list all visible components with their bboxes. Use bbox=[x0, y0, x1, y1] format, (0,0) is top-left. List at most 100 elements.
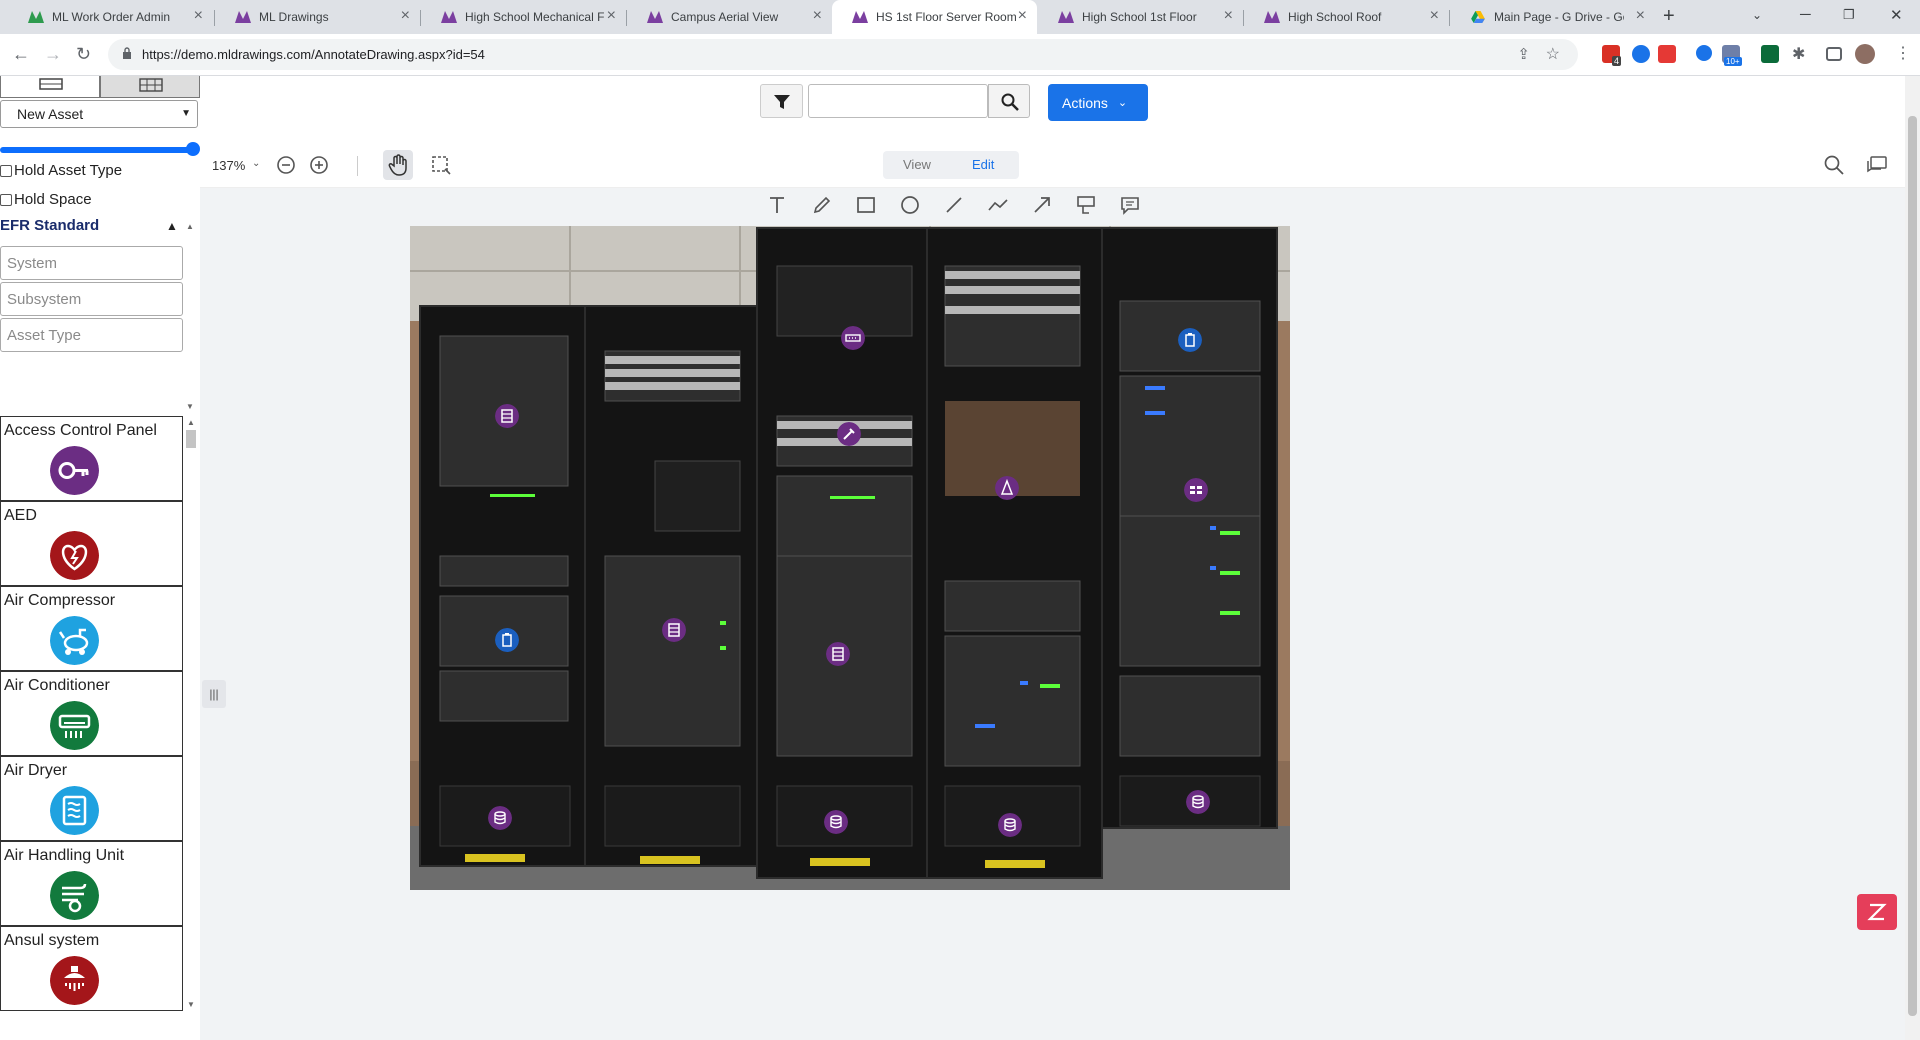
tab-ml-work-order-admin[interactable]: ML Work Order Admin × bbox=[8, 0, 213, 34]
asset-card-aed[interactable]: AED bbox=[0, 501, 183, 586]
search-button[interactable] bbox=[988, 84, 1030, 118]
tab-high-school-roof[interactable]: High School Roof × bbox=[1244, 0, 1449, 34]
scroll-down-icon[interactable]: ▼ bbox=[187, 1000, 195, 1009]
callout-tool-icon[interactable] bbox=[1075, 194, 1097, 216]
close-icon[interactable]: × bbox=[1018, 7, 1027, 25]
actions-button[interactable]: Actions ⌄ bbox=[1048, 84, 1148, 121]
asset-card-air-dryer[interactable]: Air Dryer bbox=[0, 756, 183, 841]
text-tool-icon[interactable] bbox=[766, 194, 788, 216]
tab-high-school-mechanical[interactable]: High School Mechanical F × bbox=[421, 0, 626, 34]
floorplan-view-button[interactable] bbox=[100, 76, 200, 98]
scroll-thumb[interactable] bbox=[1908, 116, 1917, 1016]
arrow-tool-icon[interactable] bbox=[1031, 194, 1053, 216]
collapse-caret-icon[interactable]: ▲ bbox=[166, 219, 178, 233]
battery-marker-icon[interactable] bbox=[1178, 328, 1202, 352]
tab-hs-1st-floor-server-room[interactable]: HS 1st Floor Server Room × bbox=[832, 0, 1037, 34]
patch-panel-marker-icon[interactable] bbox=[841, 326, 865, 350]
extension-s-icon[interactable] bbox=[1761, 45, 1779, 63]
server-marker-icon[interactable] bbox=[826, 642, 850, 666]
polyline-tool-icon[interactable] bbox=[987, 194, 1009, 216]
window-close-icon[interactable]: ✕ bbox=[1890, 6, 1903, 24]
scroll-up-icon[interactable]: ▲ bbox=[187, 418, 195, 427]
close-icon[interactable]: × bbox=[194, 7, 203, 25]
network-switch-marker-icon[interactable] bbox=[837, 422, 861, 446]
server-room-photo[interactable] bbox=[410, 226, 1290, 890]
select-area-icon[interactable] bbox=[430, 154, 452, 176]
extension-zotero-icon[interactable] bbox=[1658, 45, 1676, 63]
size-slider-thumb[interactable] bbox=[186, 142, 200, 156]
share-icon[interactable]: ⇪ bbox=[1517, 45, 1530, 63]
ups-marker-icon[interactable] bbox=[488, 806, 512, 830]
asset-type-input[interactable]: Asset Type bbox=[0, 318, 183, 352]
close-icon[interactable]: × bbox=[607, 7, 616, 25]
firewall-marker-icon[interactable] bbox=[995, 476, 1019, 500]
search-input[interactable] bbox=[808, 84, 988, 118]
panel-toggle-handle[interactable]: ||| bbox=[202, 680, 226, 708]
list-view-button[interactable] bbox=[0, 76, 100, 98]
checkbox-box[interactable] bbox=[0, 164, 12, 177]
url-bar[interactable]: https://demo.mldrawings.com/AnnotateDraw… bbox=[108, 39, 1578, 70]
close-icon[interactable]: × bbox=[1636, 7, 1645, 25]
close-icon[interactable]: × bbox=[1430, 7, 1439, 25]
ups-marker-icon[interactable] bbox=[824, 810, 848, 834]
back-icon[interactable]: ← bbox=[12, 44, 30, 65]
asset-card-air-conditioner[interactable]: Air Conditioner bbox=[0, 671, 183, 756]
pan-tool-button[interactable] bbox=[383, 150, 413, 180]
restore-icon[interactable]: ❐ bbox=[1843, 7, 1855, 23]
zoom-in-icon[interactable] bbox=[308, 154, 330, 176]
hold-space-checkbox[interactable]: Hold Space bbox=[0, 191, 92, 208]
battery-marker-icon[interactable] bbox=[495, 628, 519, 652]
forward-icon[interactable]: → bbox=[44, 44, 62, 65]
tab-ml-drawings[interactable]: ML Drawings × bbox=[215, 0, 420, 34]
scroll-down-icon[interactable]: ▼ bbox=[186, 402, 194, 411]
comment-tool-icon[interactable] bbox=[1119, 194, 1141, 216]
server-marker-icon[interactable] bbox=[662, 618, 686, 642]
close-icon[interactable]: × bbox=[813, 7, 822, 25]
tab-search-icon[interactable]: ⌄ bbox=[1752, 8, 1762, 22]
efr-standard-header[interactable]: EFR Standard bbox=[0, 217, 99, 234]
asset-card-air-compressor[interactable]: Air Compressor bbox=[0, 586, 183, 671]
side-panel-icon[interactable] bbox=[1826, 47, 1842, 61]
asset-list-scrollbar[interactable]: ▲ ▼ bbox=[184, 416, 198, 1012]
edit-mode-tab[interactable]: Edit bbox=[972, 157, 994, 172]
tab-high-school-1st-floor[interactable]: High School 1st Floor × bbox=[1038, 0, 1243, 34]
chevron-down-icon[interactable]: ⌄ bbox=[252, 158, 260, 169]
scroll-thumb[interactable] bbox=[186, 430, 196, 448]
extensions-puzzle-icon[interactable]: ✱ bbox=[1792, 44, 1805, 64]
close-icon[interactable]: × bbox=[401, 7, 410, 25]
line-tool-icon[interactable] bbox=[943, 194, 965, 216]
rectangle-tool-icon[interactable] bbox=[855, 194, 877, 216]
asset-card-access-control-panel[interactable]: Access Control Panel bbox=[0, 416, 183, 501]
tab-campus-aerial-view[interactable]: Campus Aerial View × bbox=[627, 0, 832, 34]
new-tab-button[interactable]: + bbox=[1663, 5, 1675, 28]
system-input[interactable]: System bbox=[0, 246, 183, 280]
page-scrollbar[interactable] bbox=[1905, 76, 1920, 1040]
ellipse-tool-icon[interactable] bbox=[899, 194, 921, 216]
search-icon[interactable] bbox=[1823, 154, 1845, 176]
drawing-canvas[interactable]: ||| bbox=[200, 222, 1905, 1040]
scroll-up-icon[interactable]: ▲ bbox=[186, 222, 194, 231]
more-menu-icon[interactable]: ⋮ bbox=[1895, 43, 1911, 63]
view-mode-tab[interactable]: View bbox=[903, 157, 931, 172]
new-asset-select[interactable]: New Asset ▼ bbox=[0, 100, 198, 128]
size-slider[interactable] bbox=[0, 147, 195, 153]
zoom-level-dropdown[interactable]: 137% bbox=[212, 158, 245, 173]
comments-panel-icon[interactable] bbox=[1866, 154, 1888, 176]
profile-avatar[interactable] bbox=[1855, 44, 1875, 64]
minimize-icon[interactable]: ─ bbox=[1800, 6, 1811, 23]
server-marker-icon[interactable] bbox=[495, 404, 519, 428]
ups-marker-icon[interactable] bbox=[1186, 790, 1210, 814]
close-icon[interactable]: × bbox=[1224, 7, 1233, 25]
storage-array-marker-icon[interactable] bbox=[1184, 478, 1208, 502]
ups-marker-icon[interactable] bbox=[998, 813, 1022, 837]
subsystem-input[interactable]: Subsystem bbox=[0, 282, 183, 316]
asset-card-air-handling-unit[interactable]: Air Handling Unit bbox=[0, 841, 183, 926]
filter-button[interactable] bbox=[760, 84, 803, 118]
extension-z-icon[interactable] bbox=[1632, 45, 1650, 63]
bookmark-star-icon[interactable]: ☆ bbox=[1546, 44, 1560, 64]
zoom-out-icon[interactable] bbox=[275, 154, 297, 176]
checkbox-box[interactable] bbox=[0, 193, 12, 206]
hold-asset-type-checkbox[interactable]: Hold Asset Type bbox=[0, 162, 122, 179]
reload-icon[interactable]: ↻ bbox=[76, 44, 91, 65]
extension-c-icon[interactable] bbox=[1696, 45, 1712, 61]
